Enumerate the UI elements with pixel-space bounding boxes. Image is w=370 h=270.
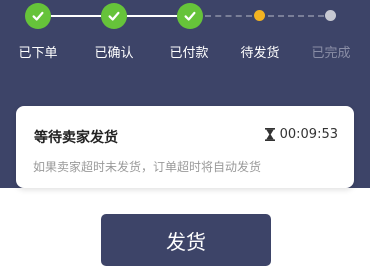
- countdown-timer: 00:09:53: [264, 127, 338, 142]
- step-5-label: 已完成: [311, 46, 351, 61]
- step-connector-4: [268, 15, 324, 17]
- step-4-current-dot-icon: [254, 10, 265, 21]
- ship-button[interactable]: 发货: [101, 214, 271, 266]
- step-4-label: 待发货: [240, 46, 280, 61]
- step-connector-1: [51, 15, 101, 17]
- shipping-status-card: 等待卖家发货 00:09:53 如果卖家超时未发货，订单超时将自动发货: [16, 106, 354, 188]
- card-title: 等待卖家发货: [34, 130, 118, 146]
- step-1-check-icon: [25, 3, 51, 29]
- step-3-check-icon: [177, 3, 203, 29]
- step-2-label: 已确认: [94, 46, 134, 61]
- card-description: 如果卖家超时未发货，订单超时将自动发货: [33, 160, 262, 174]
- step-2-check-icon: [101, 3, 127, 29]
- step-connector-2: [127, 15, 177, 17]
- step-5-pending-dot-icon: [325, 10, 336, 21]
- step-3-label: 已付款: [169, 46, 209, 61]
- step-1-label: 已下单: [18, 46, 58, 61]
- order-status-header: 已下单 已确认 已付款 待发货 已完成 等待卖家发货 00:09:53 如果卖家…: [0, 0, 370, 188]
- order-progress-steps: 已下单 已确认 已付款 待发货 已完成: [0, 0, 370, 70]
- hourglass-icon: [264, 128, 275, 141]
- countdown-text: 00:09:53: [279, 127, 338, 142]
- step-connector-3: [205, 15, 252, 17]
